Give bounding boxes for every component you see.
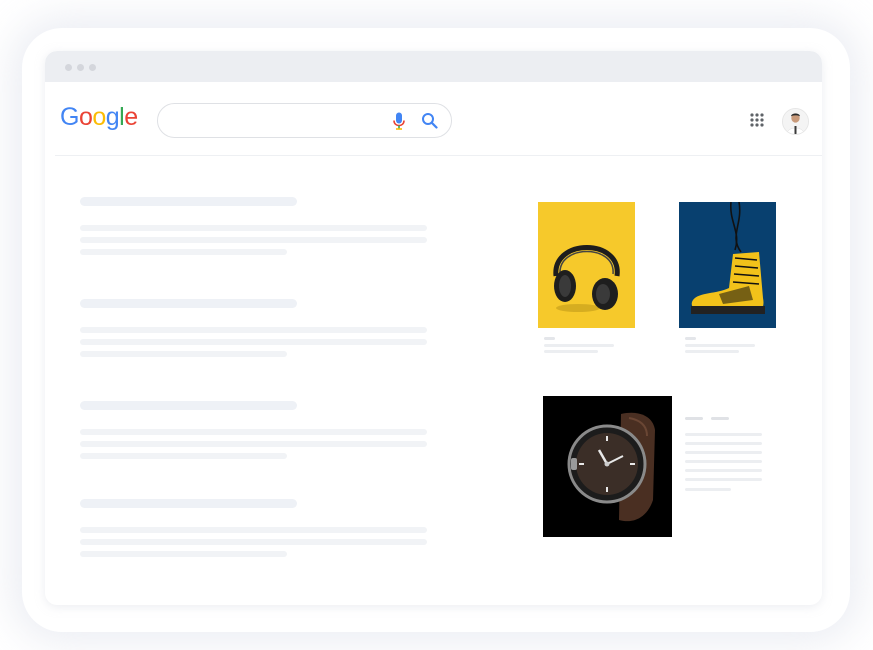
product-line-placeholder xyxy=(544,350,598,353)
result-title-placeholder xyxy=(80,499,297,508)
product-image-watch[interactable] xyxy=(543,396,672,537)
result-title-placeholder xyxy=(80,401,297,410)
product-image-headphones[interactable] xyxy=(538,202,635,328)
product-line-placeholder xyxy=(685,460,762,463)
logo-letter: o xyxy=(78,103,93,131)
result-line-placeholder xyxy=(80,441,427,447)
product-title-placeholder xyxy=(685,337,696,340)
google-logo[interactable]: Google xyxy=(60,103,138,132)
result-line-placeholder xyxy=(80,339,427,345)
product-image-boot[interactable] xyxy=(679,202,776,328)
product-line-placeholder xyxy=(685,344,755,347)
window-close-dot[interactable] xyxy=(65,64,72,71)
product-line-placeholder xyxy=(685,442,762,445)
logo-letter: e xyxy=(124,103,138,131)
window-minimize-dot[interactable] xyxy=(77,64,84,71)
mic-icon[interactable] xyxy=(392,112,406,130)
product-title-placeholder xyxy=(544,337,555,340)
headphones-icon xyxy=(553,245,620,312)
result-line-placeholder xyxy=(80,327,427,333)
product-line-placeholder xyxy=(685,478,762,481)
user-avatar-icon xyxy=(783,109,808,134)
product-line-placeholder xyxy=(685,451,762,454)
result-line-placeholder xyxy=(80,527,427,533)
product-title-placeholder xyxy=(685,417,703,420)
browser-window: Google xyxy=(45,51,822,605)
result-line-placeholder xyxy=(80,351,287,357)
result-line-placeholder xyxy=(80,551,287,557)
window-maximize-dot[interactable] xyxy=(89,64,96,71)
logo-letter: g xyxy=(105,103,120,131)
watch-icon xyxy=(567,412,655,522)
product-line-placeholder xyxy=(544,344,614,347)
avatar[interactable] xyxy=(782,108,809,135)
product-line-placeholder xyxy=(685,350,739,353)
logo-letter: o xyxy=(92,103,106,131)
product-line-placeholder xyxy=(685,488,731,491)
product-line-placeholder xyxy=(685,433,762,436)
apps-grid-icon[interactable] xyxy=(750,113,764,127)
result-title-placeholder xyxy=(80,197,297,206)
result-line-placeholder xyxy=(80,237,427,243)
product-line-placeholder xyxy=(685,469,762,472)
result-line-placeholder xyxy=(80,225,427,231)
search-input[interactable] xyxy=(157,103,452,138)
header-divider xyxy=(55,155,822,156)
result-title-placeholder xyxy=(80,299,297,308)
result-line-placeholder xyxy=(80,453,287,459)
result-line-placeholder xyxy=(80,539,427,545)
browser-titlebar xyxy=(45,51,822,82)
boot-icon xyxy=(691,202,765,314)
product-title-placeholder xyxy=(711,417,729,420)
result-line-placeholder xyxy=(80,249,287,255)
logo-letter: G xyxy=(60,103,79,131)
search-icon[interactable] xyxy=(421,112,438,129)
result-line-placeholder xyxy=(80,429,427,435)
